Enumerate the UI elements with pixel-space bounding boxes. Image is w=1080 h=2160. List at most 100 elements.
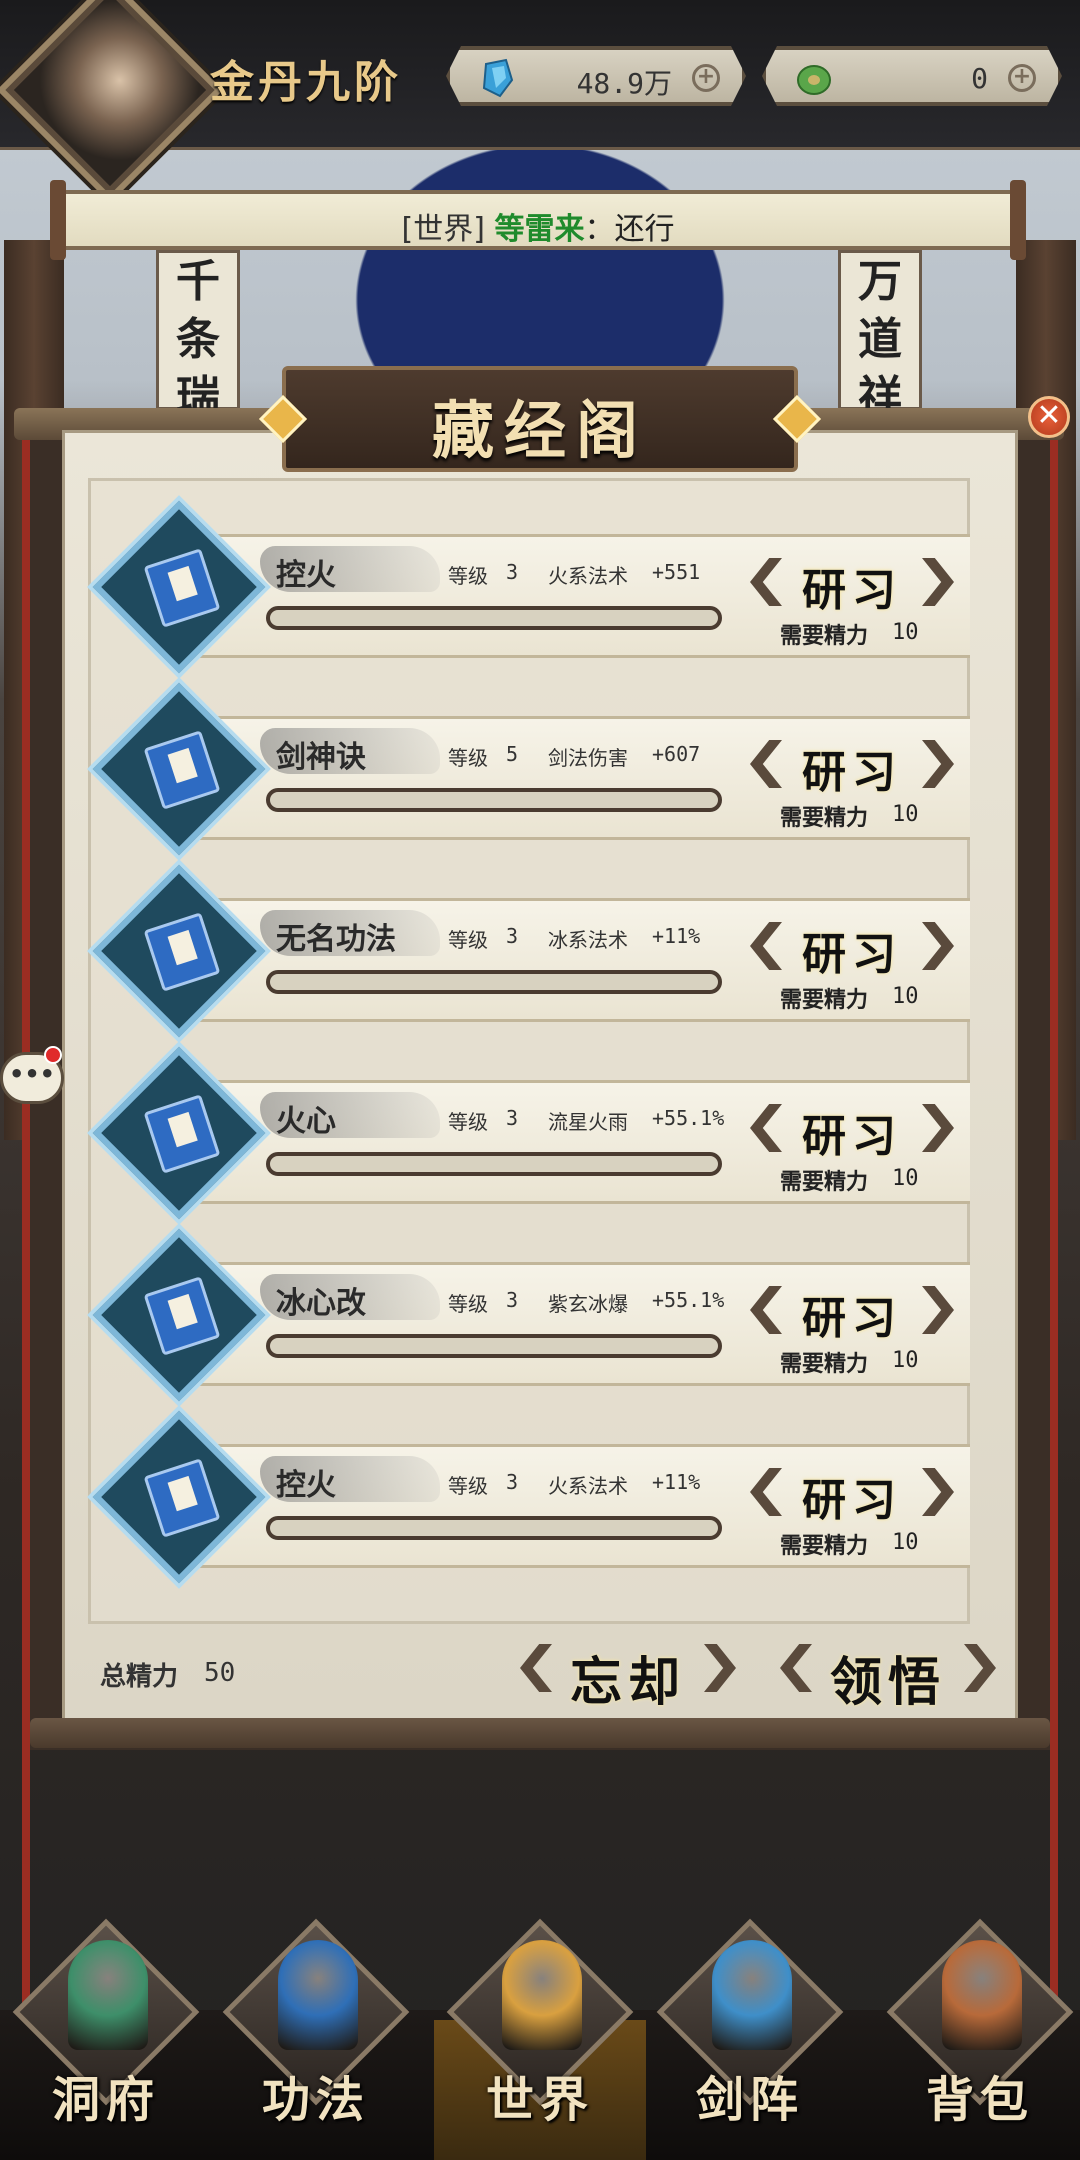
- chevron-right-icon: [964, 1644, 996, 1692]
- skill-bonus: +55.1%: [652, 1288, 725, 1312]
- study-button[interactable]: 研习: [750, 554, 954, 616]
- skill-level-value: 3: [506, 1288, 519, 1312]
- study-button[interactable]: 研习: [750, 918, 954, 980]
- world-chat-colon: ：: [584, 212, 615, 247]
- close-button[interactable]: ✕: [1028, 396, 1070, 438]
- world-chat-channel: [世界]: [401, 212, 485, 247]
- nav-item-5[interactable]: 背包: [880, 1910, 1080, 2150]
- skill-progress-bar: [266, 970, 722, 994]
- study-button[interactable]: 研习: [750, 1282, 954, 1344]
- forget-button[interactable]: 忘却: [520, 1640, 736, 1713]
- right-hanging-scroll: 万道祥: [838, 250, 922, 423]
- panel-footer: 总精力 50 忘却 领悟: [62, 1626, 1018, 1722]
- scroll-roller-bottom: [30, 1718, 1050, 1748]
- skill-name: 剑神诀: [276, 740, 366, 775]
- study-button-label: 研习: [802, 1475, 902, 1526]
- add-spirit-stone-button[interactable]: +: [692, 64, 720, 92]
- world-scroll-icon: [502, 1940, 582, 2050]
- skill-level-value: 3: [506, 560, 519, 584]
- sword-array-icon: [712, 1940, 792, 2050]
- study-button-label: 研习: [802, 747, 902, 798]
- study-button-label: 研习: [802, 565, 902, 616]
- world-chat-message: 还行: [614, 212, 675, 247]
- world-chat-banner[interactable]: [世界] 等雷来：还行: [50, 180, 1026, 260]
- skill-effect: 冰系法术: [548, 928, 628, 952]
- skill-level-value: 3: [506, 1106, 519, 1130]
- skill-row: 冰心改 等级 3 紫玄冰爆 +55.1% 研习 需要精力 10: [92, 1228, 980, 1402]
- skill-name: 冰心改: [276, 1286, 366, 1321]
- energy-cost-value: 10: [892, 802, 919, 827]
- energy-cost-value: 10: [892, 984, 919, 1009]
- energy-cost-value: 10: [892, 1530, 919, 1555]
- spirit-stone-counter: 48.9万 +: [446, 46, 746, 106]
- skill-progress-bar: [266, 1152, 722, 1176]
- skill-row: 控火 等级 3 火系法术 +11% 研习 需要精力 10: [92, 1410, 980, 1584]
- forget-button-label: 忘却: [569, 1652, 686, 1713]
- study-button[interactable]: 研习: [750, 1100, 954, 1162]
- jade-icon: [797, 65, 831, 95]
- chevron-right-icon: [922, 558, 954, 606]
- study-button-label: 研习: [802, 1111, 902, 1162]
- manual-book-icon: [278, 1940, 358, 2050]
- jade-value: 0: [971, 62, 988, 95]
- top-bar: 金丹九阶 48.9万 + 0 +: [0, 0, 1080, 204]
- chevron-right-icon: [704, 1644, 736, 1692]
- skill-row: 控火 等级 3 火系法术 +551 研习 需要精力 10: [92, 500, 980, 674]
- nav-label: 背包: [925, 2072, 1034, 2128]
- skill-level-value: 3: [506, 1470, 519, 1494]
- comprehend-button-label: 领悟: [829, 1652, 946, 1713]
- energy-cost-label: 需要精力: [780, 1352, 869, 1377]
- chevron-left-icon: [750, 922, 782, 970]
- study-button-label: 研习: [802, 1293, 902, 1344]
- skill-bonus: +551: [652, 560, 701, 584]
- chevron-left-icon: [750, 1104, 782, 1152]
- energy-cost-label: 需要精力: [780, 988, 869, 1013]
- skill-bonus: +55.1%: [652, 1106, 725, 1130]
- skill-level-value: 3: [506, 924, 519, 948]
- skill-name: 控火: [276, 558, 336, 593]
- chevron-left-icon: [780, 1644, 812, 1692]
- nav-item-2[interactable]: 功法: [216, 1910, 416, 2150]
- nav-label: 功法: [261, 2072, 370, 2128]
- chevron-right-icon: [922, 740, 954, 788]
- study-button[interactable]: 研习: [750, 1464, 954, 1526]
- panel-title: 藏经阁: [431, 394, 648, 467]
- chevron-left-icon: [750, 1286, 782, 1334]
- chevron-left-icon: [750, 1468, 782, 1516]
- study-button[interactable]: 研习: [750, 736, 954, 798]
- spirit-stone-icon: [482, 58, 514, 98]
- skill-name: 无名功法: [276, 922, 396, 957]
- skill-effect: 剑法伤害: [548, 746, 628, 770]
- nav-item-3[interactable]: 世界: [440, 1910, 640, 2150]
- energy-cost-label: 需要精力: [780, 624, 869, 649]
- left-red-pole: [22, 420, 30, 2020]
- skill-level-label: 等级: [448, 1292, 488, 1316]
- total-energy-value: 50: [204, 1658, 236, 1688]
- chevron-right-icon: [922, 922, 954, 970]
- total-energy-label: 总精力: [100, 1662, 179, 1692]
- skill-bonus: +11%: [652, 924, 701, 948]
- skill-row: 无名功法 等级 3 冰系法术 +11% 研习 需要精力 10: [92, 864, 980, 1038]
- skill-name: 火心: [276, 1104, 336, 1139]
- study-button-label: 研习: [802, 929, 902, 980]
- skill-progress-bar: [266, 788, 722, 812]
- skill-effect: 紫玄冰爆: [548, 1292, 628, 1316]
- energy-cost-label: 需要精力: [780, 1534, 869, 1559]
- energy-cost-value: 10: [892, 1166, 919, 1191]
- world-chat-text: [世界] 等雷来：还行: [66, 204, 1010, 248]
- jade-counter: 0 +: [762, 46, 1062, 106]
- skill-row: 剑神诀 等级 5 剑法伤害 +607 研习 需要精力 10: [92, 682, 980, 856]
- cultivation-rank: 金丹九阶: [210, 57, 402, 108]
- energy-cost-label: 需要精力: [780, 806, 869, 831]
- energy-cost-value: 10: [892, 1348, 919, 1373]
- add-jade-button[interactable]: +: [1008, 64, 1036, 92]
- nav-item-1[interactable]: 洞府: [6, 1910, 206, 2150]
- comprehend-button[interactable]: 领悟: [780, 1640, 996, 1713]
- chevron-right-icon: [922, 1286, 954, 1334]
- skill-name: 控火: [276, 1468, 336, 1503]
- chevron-left-icon: [750, 740, 782, 788]
- nav-item-4[interactable]: 剑阵: [650, 1910, 850, 2150]
- skill-effect: 火系法术: [548, 1474, 628, 1498]
- skill-level-label: 等级: [448, 746, 488, 770]
- skill-progress-bar: [266, 1516, 722, 1540]
